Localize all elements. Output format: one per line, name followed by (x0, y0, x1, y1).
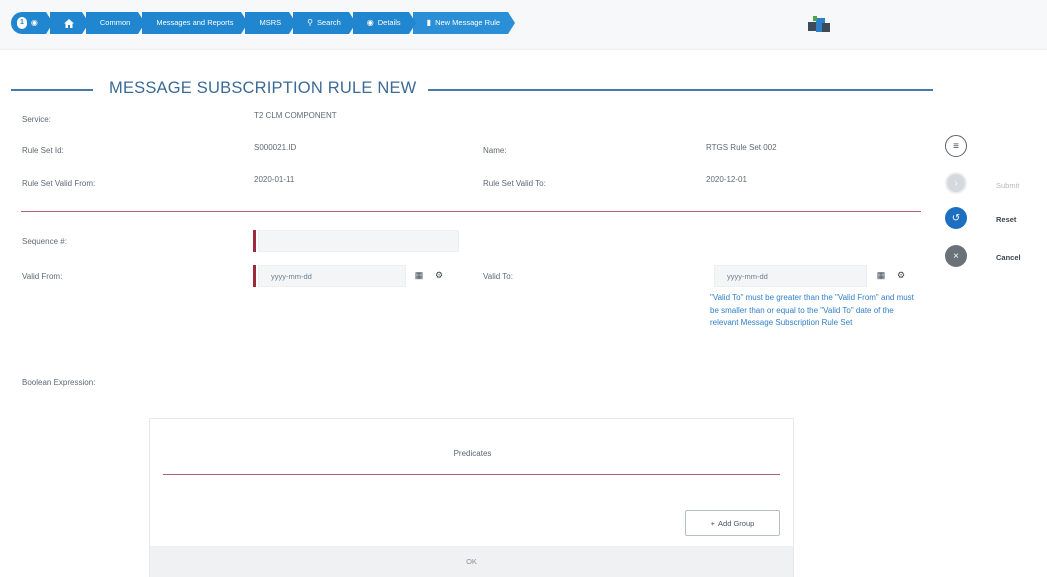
valid-from-label: Valid From: (22, 272, 63, 281)
breadcrumb-item-common[interactable]: Common (85, 12, 146, 34)
valid-to-hint: "Valid To" must be greater than the "Val… (710, 293, 914, 327)
required-marker (253, 265, 256, 287)
breadcrumb-user[interactable]: 1 ◉ (11, 12, 53, 34)
rule-set-valid-from-label: Rule Set Valid From: (22, 179, 96, 188)
submit-icon: › (954, 177, 958, 189)
company-logo-icon (808, 16, 830, 32)
predicates-title: Predicates (453, 449, 492, 458)
cancel-button[interactable]: × (945, 245, 967, 267)
sequence-input[interactable] (258, 230, 459, 252)
rule-set-id-value: S000021.ID (254, 143, 297, 152)
breadcrumb-item-search[interactable]: ⚲ Search (293, 12, 356, 34)
breadcrumb-label: Search (316, 18, 341, 27)
breadcrumb-home[interactable] (49, 12, 89, 34)
menu-icon: ≡ (953, 140, 959, 152)
valid-to-label: Valid To: (483, 272, 513, 281)
valid-to-placeholder: yyyy-mm-dd (727, 272, 768, 281)
title-rule-left (11, 89, 93, 91)
submit-button[interactable]: › (945, 172, 967, 194)
calendar-icon[interactable]: ▦ (874, 268, 888, 282)
submit-label[interactable]: Submit (996, 181, 1019, 190)
reset-icon: ↺ (951, 212, 961, 224)
reset-label[interactable]: Reset (996, 215, 1016, 224)
name-value: RTGS Rule Set 002 (706, 143, 777, 152)
eye-icon: ◉ (30, 18, 38, 27)
details-eye-icon: ◉ (366, 18, 374, 27)
plus-icon: + (710, 518, 716, 528)
breadcrumb: 1 ◉ Common Messages and Reports MSRS ⚲ S… (11, 12, 516, 34)
service-label: Service: (22, 115, 51, 124)
add-group-button[interactable]: + Add Group (685, 510, 780, 536)
predicates-divider (163, 474, 780, 475)
breadcrumb-label: Messages and Reports (156, 18, 234, 27)
rule-set-valid-to-label: Rule Set Valid To: (483, 179, 546, 188)
reset-button[interactable]: ↺ (945, 207, 967, 229)
user-badge: 1 (17, 17, 27, 29)
breadcrumb-item-new-message-rule[interactable]: ▮ New Message Rule (412, 12, 516, 34)
name-label: Name: (483, 146, 507, 155)
service-value: T2 CLM COMPONENT (254, 111, 337, 120)
gear-icon[interactable]: ⚙ (894, 268, 908, 282)
breadcrumb-item-messages-reports[interactable]: Messages and Reports (142, 12, 249, 34)
breadcrumb-label: MSRS (259, 18, 282, 27)
add-group-label: Add Group (718, 518, 755, 528)
bookmark-icon: ▮ (426, 18, 432, 27)
home-icon (63, 18, 74, 28)
calendar-icon[interactable]: ▦ (412, 268, 426, 282)
required-marker (253, 230, 256, 252)
breadcrumb-label: New Message Rule (435, 18, 501, 27)
cancel-label[interactable]: Cancel (996, 253, 1021, 262)
ok-label: OK (466, 557, 477, 566)
rule-set-valid-to-value: 2020-12-01 (706, 175, 747, 184)
menu-button[interactable]: ≡ (945, 135, 967, 157)
predicates-panel: Predicates + Add Group OK (149, 418, 794, 577)
title-rule-right (428, 89, 933, 91)
gear-icon[interactable]: ⚙ (432, 268, 446, 282)
breadcrumb-item-msrs[interactable]: MSRS (245, 12, 296, 34)
breadcrumb-item-details[interactable]: ◉ Details (352, 12, 416, 34)
rule-set-valid-from-value: 2020-01-11 (254, 175, 295, 184)
top-bar: 1 ◉ Common Messages and Reports MSRS ⚲ S… (0, 0, 1047, 50)
rule-set-id-label: Rule Set Id: (22, 146, 64, 155)
close-icon: × (953, 250, 959, 262)
breadcrumb-label: Details (377, 18, 401, 27)
page-title: MESSAGE SUBSCRIPTION RULE NEW (109, 79, 417, 97)
valid-to-input[interactable]: yyyy-mm-dd (714, 265, 867, 287)
valid-from-input[interactable]: yyyy-mm-dd (258, 265, 406, 287)
ok-button[interactable]: OK (150, 546, 793, 577)
sequence-label: Sequence #: (22, 237, 67, 246)
boolean-expression-label: Boolean Expression: (22, 378, 96, 387)
breadcrumb-label: Common (99, 18, 131, 27)
search-icon: ⚲ (307, 18, 313, 27)
section-divider (21, 211, 921, 212)
valid-from-placeholder: yyyy-mm-dd (271, 272, 312, 281)
